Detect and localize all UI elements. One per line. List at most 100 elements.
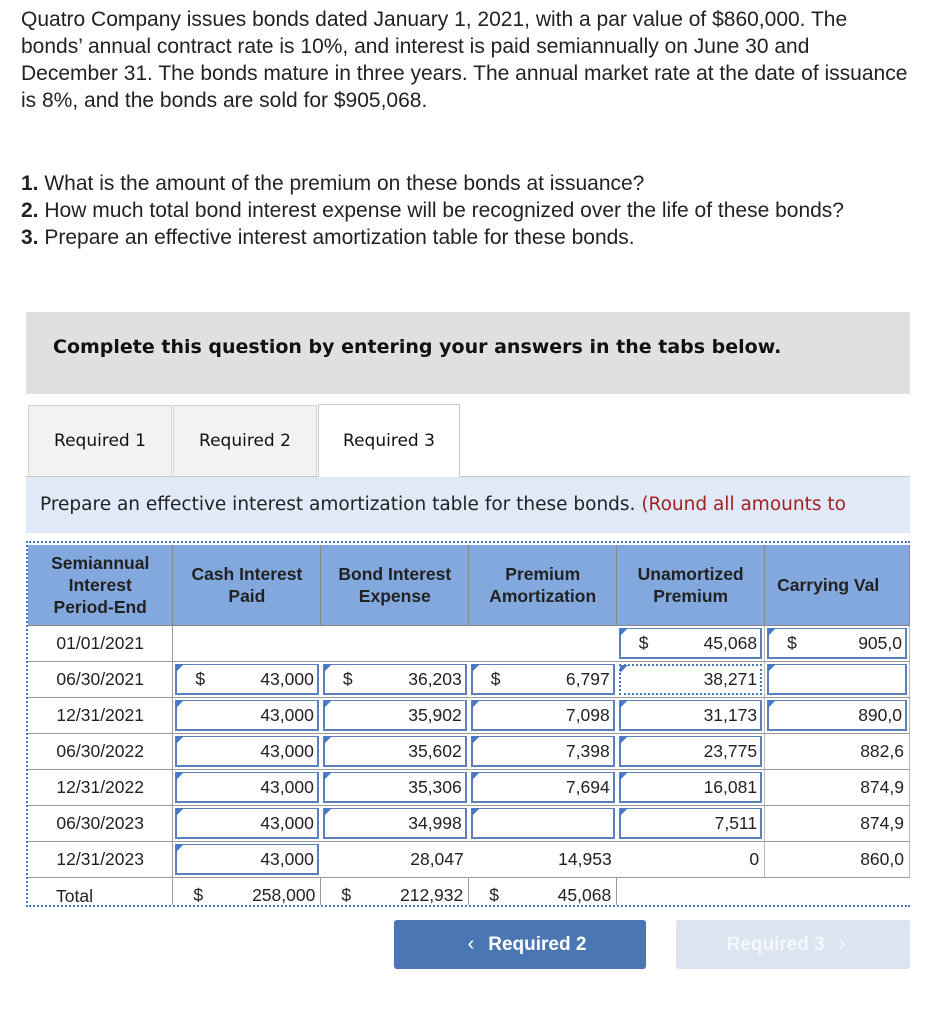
carrying-input[interactable]: 890,0: [767, 700, 907, 731]
expense-input[interactable]: $36,203: [322, 664, 467, 695]
amount: 35,602: [408, 740, 462, 761]
amort-input[interactable]: [470, 808, 615, 839]
amort-input[interactable]: 7,398: [470, 736, 615, 767]
tab-required-1[interactable]: Required 1: [28, 405, 172, 476]
amount: 31,173: [703, 704, 758, 725]
instruction-text: Prepare an effective interest amortizati…: [40, 494, 642, 515]
total-label: Total: [28, 877, 174, 905]
header-unamortized-premium: Unamortized Premium: [616, 545, 766, 626]
cash-input[interactable]: 43,000: [175, 736, 319, 767]
header-label: Cash Interest Paid: [191, 564, 303, 606]
currency-symbol: $: [195, 668, 206, 689]
total-expense: $212,932: [320, 877, 470, 905]
amount: 860,0: [860, 849, 904, 869]
cell-amort: $6,797: [468, 661, 617, 698]
problem-text: Quatro Company issues bonds dated Januar…: [21, 8, 908, 112]
amount: 34,998: [408, 812, 462, 833]
currency-symbol: $: [638, 632, 649, 653]
cell-expense: [320, 625, 469, 662]
amount: 28,047: [410, 849, 464, 869]
cell-expense: $36,203: [320, 661, 469, 698]
tab-required-2[interactable]: Required 2: [173, 405, 317, 476]
amort-input[interactable]: $6,797: [470, 664, 615, 695]
amount: 38,271: [703, 669, 758, 689]
cash-value: [173, 626, 320, 661]
amount: 874,9: [860, 813, 904, 833]
period-end-date: 12/31/2021: [28, 697, 174, 734]
header-label: Carrying Val: [777, 575, 880, 595]
amort-input[interactable]: 7,098: [470, 700, 615, 731]
next-button-label: Required 3: [726, 933, 825, 955]
total-cash: $258,000: [172, 877, 322, 905]
cash-input[interactable]: 43,000: [175, 772, 319, 803]
unamort-input[interactable]: 23,775: [618, 736, 763, 767]
header-period-end: Semiannual Interest Period-End: [28, 545, 174, 626]
cell-unamort: $45,068: [616, 625, 766, 662]
table-row: 01/01/2021 $45,068 $905,0: [28, 625, 910, 662]
expense-input[interactable]: 35,306: [322, 772, 467, 803]
tab-required-3[interactable]: Required 3: [318, 404, 460, 477]
amount: 45,068: [703, 632, 758, 653]
unamort-input[interactable]: $45,068: [618, 628, 763, 659]
table-row: 06/30/2021 $43,000 $36,203 $6,797 38,271: [28, 661, 910, 698]
cash-input[interactable]: 43,000: [175, 844, 319, 875]
currency-symbol: $: [787, 632, 797, 653]
carrying-value: 874,9: [765, 806, 909, 841]
currency-symbol: $: [193, 885, 204, 905]
cell-carrying: [764, 661, 910, 698]
question-text: Prepare an effective interest amortizati…: [38, 226, 635, 249]
unamort-input[interactable]: 31,173: [618, 700, 763, 731]
cell-unamort: 38,271: [616, 661, 766, 698]
instruction-bar: Prepare an effective interest amortizati…: [26, 477, 910, 533]
banner-text: Complete this question by entering your …: [53, 336, 782, 358]
header-premium-amortization: Premium Amortization: [468, 545, 618, 626]
cash-input[interactable]: $43,000: [175, 664, 319, 695]
amort-value: [469, 626, 617, 661]
total-amort: $45,068: [468, 877, 618, 905]
amount: 7,098: [565, 704, 610, 725]
cell-expense: 28,047: [320, 841, 469, 878]
table-header-row: Semiannual Interest Period-End Cash Inte…: [28, 545, 910, 626]
cell-cash: 43,000: [172, 769, 321, 806]
amount: 43,000: [260, 848, 314, 869]
amount: 36,203: [408, 668, 462, 689]
currency-symbol: $: [489, 885, 499, 905]
carrying-input[interactable]: $905,0: [767, 628, 907, 659]
unamort-input[interactable]: 7,511: [618, 808, 763, 839]
cell-unamort: 23,775: [616, 733, 766, 770]
period-end-date: 06/30/2021: [28, 661, 174, 698]
period-end-date: 12/31/2022: [28, 769, 174, 806]
amount: 882,6: [860, 741, 904, 761]
amount: 6,797: [565, 668, 610, 689]
expense-input[interactable]: 35,602: [322, 736, 467, 767]
cash-input[interactable]: 43,000: [175, 808, 319, 839]
cell-expense: 35,602: [320, 733, 469, 770]
amount: 35,902: [408, 704, 462, 725]
cell-unamort: 16,081: [616, 769, 766, 806]
amount: 7,511: [714, 812, 758, 833]
cell-amort: 7,398: [468, 733, 617, 770]
unamort-input[interactable]: 16,081: [618, 772, 763, 803]
prev-required-2-button[interactable]: ‹ Required 2: [394, 920, 646, 969]
cell-unamort: 31,173: [616, 697, 766, 734]
next-required-3-button[interactable]: Required 3 ›: [676, 920, 910, 969]
table-row: 12/31/2023 43,000 28,047 14,953 0 860,0: [28, 841, 910, 878]
tab-bar: Required 1 Required 2 Required 3: [26, 404, 910, 477]
amount: 0: [749, 849, 760, 869]
total-amort-value: $45,068: [469, 878, 616, 905]
cell-expense: 35,306: [320, 769, 469, 806]
unamort-input[interactable]: 38,271: [618, 664, 763, 695]
amort-input[interactable]: 7,694: [470, 772, 615, 803]
currency-symbol: $: [490, 668, 501, 689]
cash-input[interactable]: 43,000: [175, 700, 319, 731]
amount: 43,000: [260, 740, 314, 761]
header-label: Unamortized Premium: [637, 564, 744, 606]
expense-input[interactable]: 34,998: [322, 808, 467, 839]
carrying-input[interactable]: [767, 664, 907, 695]
total-cash-value: $258,000: [173, 878, 320, 905]
chevron-left-icon: ‹: [467, 933, 475, 955]
expense-input[interactable]: 35,902: [322, 700, 467, 731]
amount: 43,000: [260, 812, 314, 833]
amortization-table: Semiannual Interest Period-End Cash Inte…: [28, 545, 910, 905]
table-row: 12/31/2021 43,000 35,902 7,098 31,173 890,0: [28, 697, 910, 734]
